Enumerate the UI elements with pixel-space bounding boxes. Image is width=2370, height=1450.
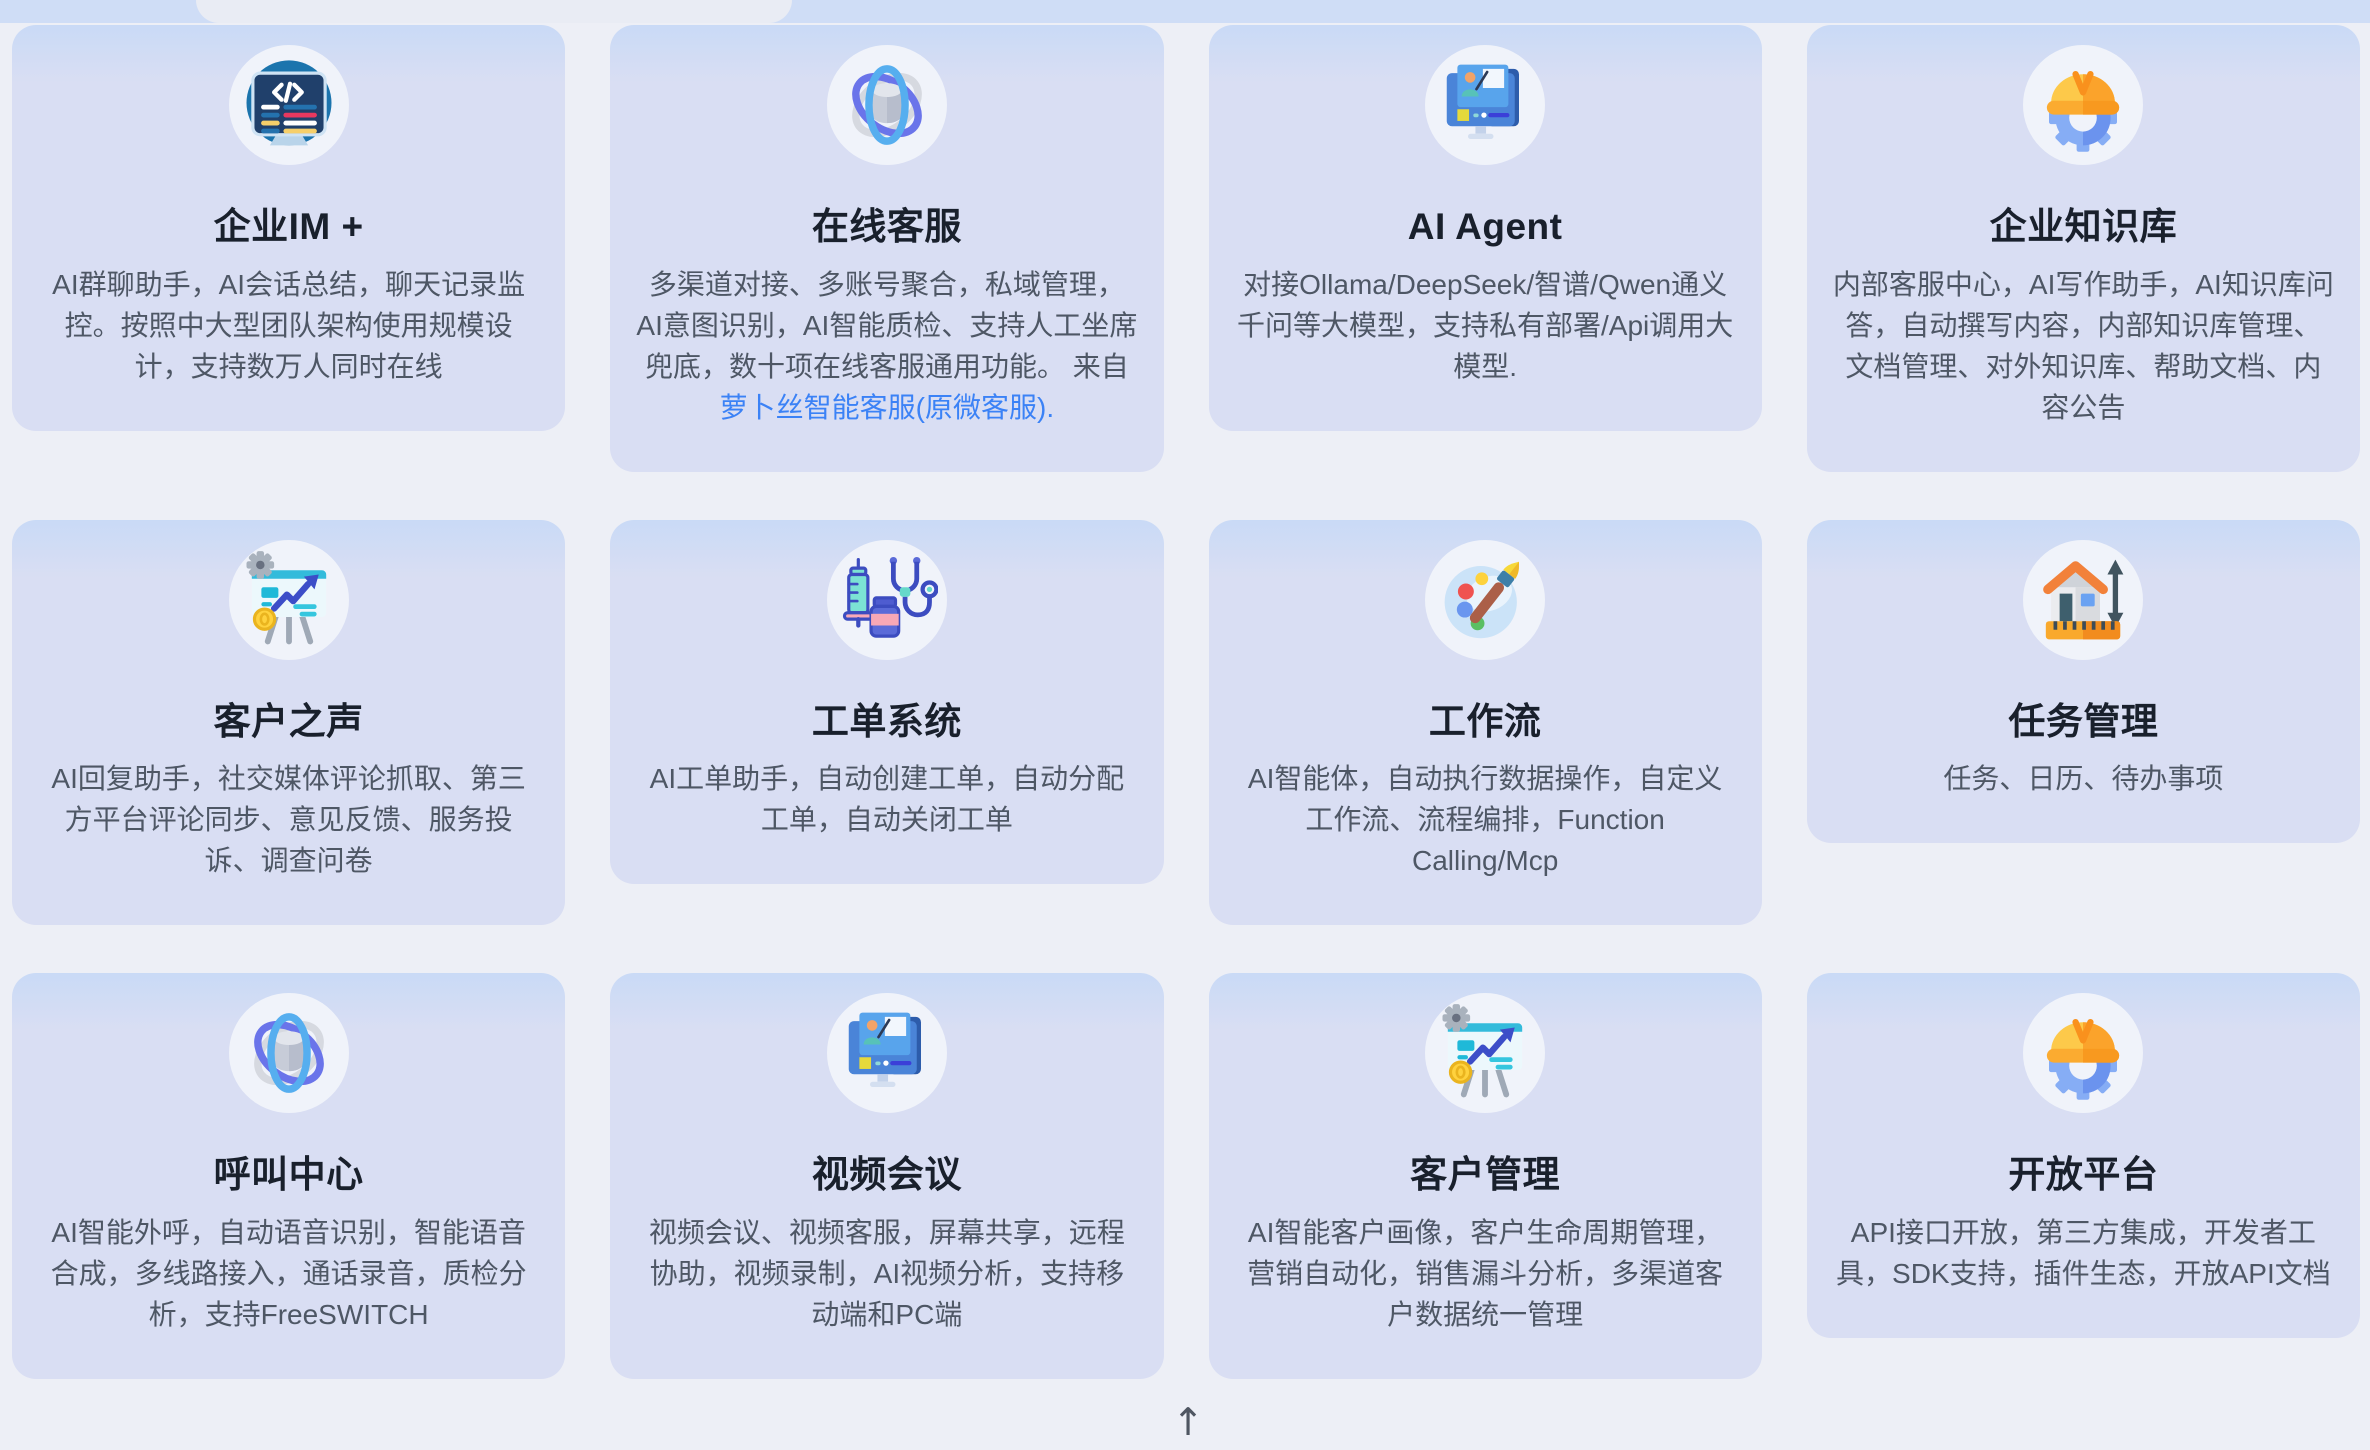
back-to-top-button[interactable]: ↑ bbox=[1164, 1398, 1212, 1446]
link-suffix: . bbox=[1046, 392, 1054, 423]
card-description-text: 来自 bbox=[1065, 351, 1129, 382]
feature-card-voice-of-customer: 客户之声 AI回复助手，社交媒体评论抓取、第三方平台评论同步、意见反馈、服务投诉… bbox=[12, 520, 565, 926]
card-title: 任务管理 bbox=[1833, 702, 2334, 743]
card-title: 客户之声 bbox=[38, 702, 539, 743]
presentation-screen-icon bbox=[827, 993, 947, 1113]
card-description: API接口开放，第三方集成，开发者工具，SDK支持，插件生态，开放API文档 bbox=[1833, 1212, 2334, 1294]
card-title: 企业知识库 bbox=[1833, 207, 2334, 248]
helmet-gear-icon bbox=[2023, 45, 2143, 165]
chart-easel-icon bbox=[229, 540, 349, 660]
feature-card-video-meeting: 视频会议 视频会议、视频客服，屏幕共享，远程协助，视频录制，AI视频分析，支持移… bbox=[610, 973, 1163, 1379]
card-description: 任务、日历、待办事项 bbox=[1833, 758, 2334, 799]
card-title: 工作流 bbox=[1235, 702, 1736, 743]
previous-section-card-edge bbox=[196, 0, 792, 23]
card-title: 企业IM + bbox=[38, 207, 539, 248]
feature-card-grid: 企业IM + AI群聊助手，AI会话总结，聊天记录监控。按照中大型团队架构使用规… bbox=[12, 25, 2360, 1379]
code-window-icon bbox=[229, 45, 349, 165]
helmet-gear-icon bbox=[2023, 993, 2143, 1113]
feature-card-ticket-system: 工单系统 AI工单助手，自动创建工单，自动分配工单，自动关闭工单 bbox=[610, 520, 1163, 885]
feature-card-online-customer-service: 在线客服 多渠道对接、多账号聚合，私域管理，AI意图识别，AI智能质检、支持人工… bbox=[610, 25, 1163, 472]
feature-card-open-platform: 开放平台 API接口开放，第三方集成，开发者工具，SDK支持，插件生态，开放AP… bbox=[1807, 973, 2360, 1338]
feature-card-customer-management: 客户管理 AI智能客户画像，客户生命周期管理，营销自动化，销售漏斗分析，多渠道客… bbox=[1209, 973, 1762, 1379]
card-description-text: 多渠道对接、多账号聚合，私域管理，AI意图识别，AI智能质检、支持人工坐席兜底，… bbox=[636, 269, 1137, 382]
card-description: AI智能体，自动执行数据操作，自定义工作流、流程编排，Function Call… bbox=[1235, 758, 1736, 881]
robosi-customer-service-link[interactable]: 萝卜丝智能客服(原微客服) bbox=[720, 392, 1047, 423]
presentation-screen-icon bbox=[1425, 45, 1545, 165]
feature-card-knowledge-base: 企业知识库 内部客服中心，AI写作助手，AI知识库问答，自动撰写内容，内部知识库… bbox=[1807, 25, 2360, 472]
card-description: 多渠道对接、多账号聚合，私域管理，AI意图识别，AI智能质检、支持人工坐席兜底，… bbox=[636, 264, 1137, 428]
house-measure-icon bbox=[2023, 540, 2143, 660]
feature-card-task-management: 任务管理 任务、日历、待办事项 bbox=[1807, 520, 2360, 844]
card-title: 在线客服 bbox=[636, 207, 1137, 248]
feature-card-ai-agent: AI Agent 对接Ollama/DeepSeek/智谱/Qwen通义千问等大… bbox=[1209, 25, 1762, 431]
card-description: AI工单助手，自动创建工单，自动分配工单，自动关闭工单 bbox=[636, 758, 1137, 840]
up-arrow-icon: ↑ bbox=[1172, 1400, 1204, 1444]
feature-card-workflow: 工作流 AI智能体，自动执行数据操作，自定义工作流、流程编排，Function … bbox=[1209, 520, 1762, 926]
card-description: AI智能客户画像，客户生命周期管理，营销自动化，销售漏斗分析，多渠道客户数据统一… bbox=[1235, 1212, 1736, 1335]
card-title: 视频会议 bbox=[636, 1155, 1137, 1196]
feature-card-enterprise-im: 企业IM + AI群聊助手，AI会话总结，聊天记录监控。按照中大型团队架构使用规… bbox=[12, 25, 565, 431]
card-description: 对接Ollama/DeepSeek/智谱/Qwen通义千问等大模型，支持私有部署… bbox=[1235, 264, 1736, 387]
chart-easel-icon bbox=[1425, 993, 1545, 1113]
card-title: 呼叫中心 bbox=[38, 1155, 539, 1196]
card-description: AI回复助手，社交媒体评论抓取、第三方平台评论同步、意见反馈、服务投诉、调查问卷 bbox=[38, 758, 539, 881]
feature-card-call-center: 呼叫中心 AI智能外呼，自动语音识别，智能语音合成，多线路接入，通话录音，质检分… bbox=[12, 973, 565, 1379]
previous-section-bottom-band bbox=[0, 0, 2370, 23]
medical-kit-icon bbox=[827, 540, 947, 660]
card-title: 客户管理 bbox=[1235, 1155, 1736, 1196]
atom-database-icon bbox=[827, 45, 947, 165]
card-description: AI群聊助手，AI会话总结，聊天记录监控。按照中大型团队架构使用规模设计，支持数… bbox=[38, 264, 539, 387]
card-description: 视频会议、视频客服，屏幕共享，远程协助，视频录制，AI视频分析，支持移动端和PC… bbox=[636, 1212, 1137, 1335]
card-title: AI Agent bbox=[1235, 207, 1736, 248]
atom-database-icon bbox=[229, 993, 349, 1113]
palette-brush-icon bbox=[1425, 540, 1545, 660]
card-title: 开放平台 bbox=[1833, 1155, 2334, 1196]
card-title: 工单系统 bbox=[636, 702, 1137, 743]
card-description: AI智能外呼，自动语音识别，智能语音合成，多线路接入，通话录音，质检分析，支持F… bbox=[38, 1212, 539, 1335]
card-description: 内部客服中心，AI写作助手，AI知识库问答，自动撰写内容，内部知识库管理、文档管… bbox=[1833, 264, 2334, 428]
